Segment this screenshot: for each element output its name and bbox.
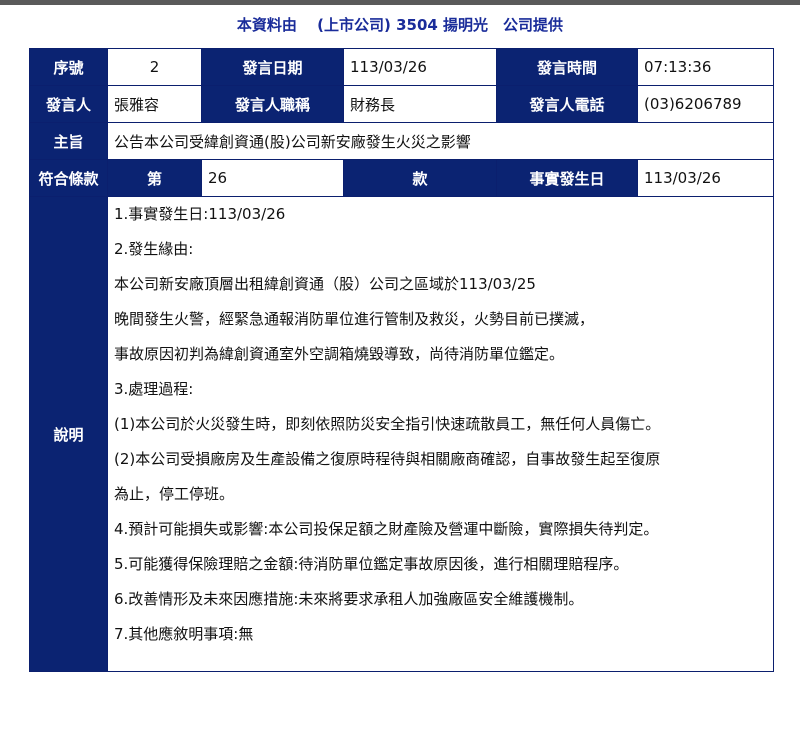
announcement-table: 序號 2 發言日期 113/03/26 發言時間 07:13:36 發言人 張雅… bbox=[29, 48, 774, 672]
phone-value: (03)6206789 bbox=[637, 85, 774, 123]
subject-value: 公告本公司受緯創資通(股)公司新安廠發生火災之影響 bbox=[107, 122, 774, 160]
speaker-title-label: 發言人職稱 bbox=[201, 85, 344, 123]
description-line: 1.事實發生日:113/03/26 bbox=[114, 205, 286, 223]
description-line: (1)本公司於火災發生時，即刻依照防災安全指引快速疏散員工，無任何人員傷亡。 bbox=[114, 415, 661, 433]
seq-label: 序號 bbox=[29, 48, 108, 86]
description-line: 5.可能獲得保險理賠之金額:待消防單位鑑定事故原因後，進行相關理賠程序。 bbox=[114, 555, 629, 573]
date-value: 113/03/26 bbox=[343, 48, 497, 86]
fact-date-value: 113/03/26 bbox=[637, 159, 774, 197]
description-line: 本公司新安廠頂層出租緯創資通（股）公司之區域於113/03/25 bbox=[114, 275, 536, 293]
table-row: 符合條款 第 26 款 事實發生日 113/03/26 bbox=[29, 159, 774, 197]
table-row: 序號 2 發言日期 113/03/26 發言時間 07:13:36 bbox=[29, 48, 774, 86]
description-body: 1.事實發生日:113/03/26 2.發生緣由: 本公司新安廠頂層出租緯創資通… bbox=[107, 196, 774, 672]
description-label: 說明 bbox=[29, 196, 108, 672]
table-row: 發言人 張雅容 發言人職稱 財務長 發言人電話 (03)6206789 bbox=[29, 85, 774, 123]
table-row: 主旨 公告本公司受緯創資通(股)公司新安廠發生火災之影響 bbox=[29, 122, 774, 160]
time-label: 發言時間 bbox=[496, 48, 638, 86]
speaker-value: 張雅容 bbox=[107, 85, 202, 123]
description-line: 3.處理過程: bbox=[114, 380, 194, 398]
phone-label: 發言人電話 bbox=[496, 85, 638, 123]
fact-date-label: 事實發生日 bbox=[496, 159, 638, 197]
seq-value: 2 bbox=[107, 48, 202, 86]
clause-label: 款 bbox=[343, 159, 497, 197]
top-bar bbox=[0, 0, 800, 5]
rule-label: 符合條款 bbox=[29, 159, 108, 197]
speaker-label: 發言人 bbox=[29, 85, 108, 123]
date-label: 發言日期 bbox=[201, 48, 344, 86]
time-value: 07:13:36 bbox=[637, 48, 774, 86]
description-line: 4.預計可能損失或影響:本公司投保足額之財產險及營運中斷險，實際損失待判定。 bbox=[114, 520, 659, 538]
description-line: (2)本公司受損廠房及生產設備之復原時程待與相關廠商確認，自事故發生起至復原 bbox=[114, 450, 661, 468]
article-value: 26 bbox=[201, 159, 344, 197]
subject-label: 主旨 bbox=[29, 122, 108, 160]
description-line: 晚間發生火警，經緊急通報消防單位進行管制及救災，火勢目前已撲滅， bbox=[114, 310, 595, 328]
table-row: 說明 1.事實發生日:113/03/26 2.發生緣由: 本公司新安廠頂層出租緯… bbox=[29, 196, 774, 672]
description-line: 為止，停工停班。 bbox=[114, 485, 235, 503]
source-line: 本資料由 (上市公司) 3504 揚明光 公司提供 bbox=[236, 16, 564, 34]
description-line: 事故原因初判為緯創資通室外空調箱燒毀導致，尚待消防單位鑑定。 bbox=[114, 345, 565, 363]
description-line: 6.改善情形及未來因應措施:未來將要求承租人加強廠區安全維護機制。 bbox=[114, 590, 584, 608]
article-label: 第 bbox=[107, 159, 202, 197]
description-line: 7.其他應敘明事項:無 bbox=[114, 625, 254, 643]
description-line: 2.發生緣由: bbox=[114, 240, 194, 258]
speaker-title-value: 財務長 bbox=[343, 85, 497, 123]
